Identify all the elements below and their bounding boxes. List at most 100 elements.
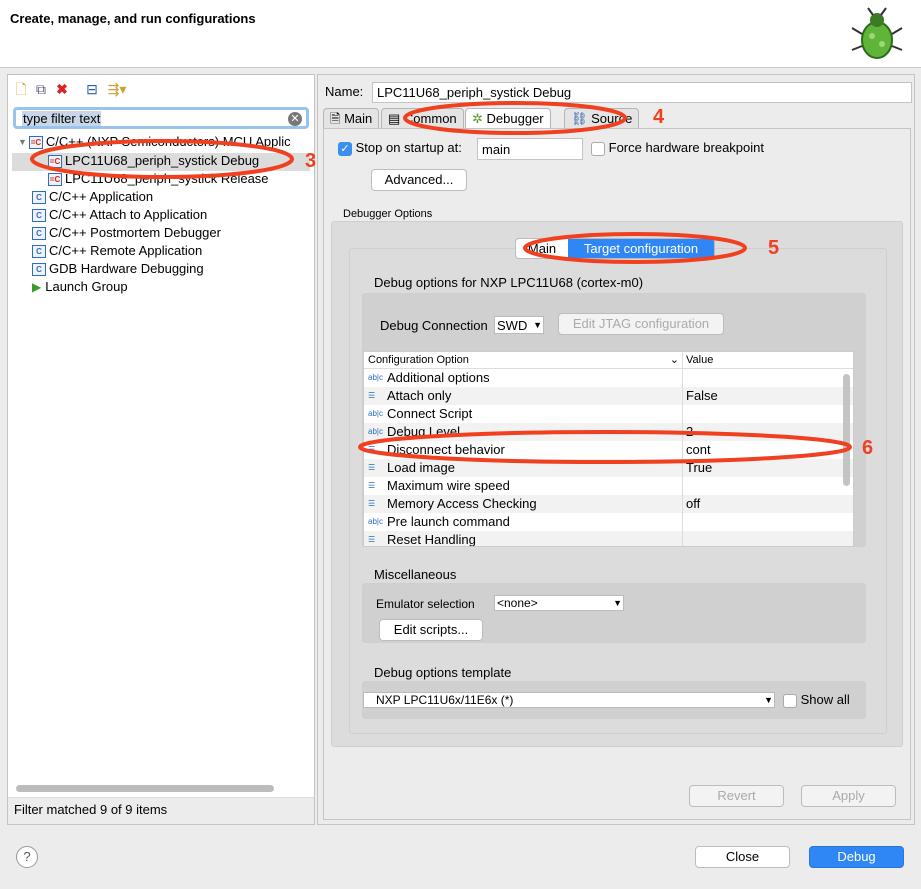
debug-button[interactable]: Debug: [809, 846, 904, 868]
option-value[interactable]: cont: [683, 441, 711, 459]
tree-item-remote[interactable]: C C/C++ Remote Application: [32, 242, 202, 260]
filter-status: Filter matched 9 of 9 items: [14, 802, 168, 817]
table-row[interactable]: ☰ Disconnect behavior cont: [364, 441, 853, 459]
edit-scripts-button[interactable]: Edit scripts...: [379, 619, 483, 641]
c-icon: C: [32, 226, 46, 240]
help-button[interactable]: ?: [16, 846, 38, 868]
option-cell: ☰ Reset Handling: [364, 531, 683, 546]
filter-input[interactable]: type filter text ✕: [13, 107, 309, 129]
filter-text: type filter text: [22, 111, 102, 126]
subtab-target-configuration[interactable]: Target configuration: [568, 239, 714, 258]
delete-icon[interactable]: ✖: [54, 81, 70, 97]
list-option-icon: ☰: [368, 535, 376, 544]
name-input[interactable]: LPC11U68_periph_systick Debug: [372, 82, 912, 103]
tree-item-launch-group[interactable]: ▶ Launch Group: [32, 278, 128, 296]
config-editor-panel: Name: LPC11U68_periph_systick Debug 🗎 Ma…: [317, 74, 915, 825]
debug-connection-select[interactable]: SWD ▼: [494, 316, 544, 334]
table-row[interactable]: ☰ Maximum wire speed: [364, 477, 853, 495]
tree-item-gdb-hw[interactable]: C GDB Hardware Debugging: [32, 260, 204, 278]
c-config-icon: =C: [28, 135, 43, 149]
table-row[interactable]: ☰ Load image True: [364, 459, 853, 477]
table-row[interactable]: ☰ Attach only False: [364, 387, 853, 405]
expand-triangle-icon[interactable]: ▼: [18, 133, 27, 151]
config-options-table: Configuration Option ⌄ Value ab|c Addition…: [363, 351, 854, 547]
checkbox[interactable]: ✓: [338, 141, 352, 156]
list-option-icon: ☰: [368, 481, 376, 490]
subtab-main[interactable]: Main: [516, 239, 568, 258]
c-config-icon: =C: [48, 154, 62, 168]
apply-button[interactable]: Apply: [801, 785, 896, 807]
horizontal-scrollbar[interactable]: [16, 785, 274, 792]
table-row[interactable]: ab|c Connect Script: [364, 405, 853, 423]
filter-icon[interactable]: ⇶▾: [104, 81, 130, 97]
table-row[interactable]: ☰ Memory Access Checking off: [364, 495, 853, 513]
startup-symbol-input[interactable]: main: [477, 138, 583, 160]
tree-label: C/C++ Attach to Application: [49, 207, 208, 222]
stop-on-startup-checkbox[interactable]: ✓ Stop on startup at:: [338, 140, 462, 156]
new-config-icon[interactable]: 🗋: [13, 81, 29, 97]
option-name: Debug Level: [387, 424, 460, 439]
tree-item-release[interactable]: =C LPC11U68_periph_systick Release: [48, 170, 269, 188]
checkbox[interactable]: [783, 693, 797, 708]
option-value[interactable]: 2: [683, 423, 693, 441]
tab-common[interactable]: ▤ Common: [381, 108, 464, 128]
tree-item-debug[interactable]: =C LPC11U68_periph_systick Debug: [48, 152, 259, 170]
edit-jtag-button[interactable]: Edit JTAG configuration: [558, 313, 724, 335]
option-name: Disconnect behavior: [387, 442, 505, 457]
table-row[interactable]: ab|c Pre launch command: [364, 513, 853, 531]
table-icon: ▤: [388, 111, 401, 126]
tree-label: C/C++ (NXP Semiconductors) MCU Applic: [45, 134, 291, 149]
select-value: <none>: [497, 596, 538, 610]
text-option-icon: ab|c: [368, 517, 383, 526]
emulator-label: Emulator selection: [376, 597, 475, 611]
duplicate-icon[interactable]: ⧉: [33, 81, 49, 97]
option-value[interactable]: [683, 477, 686, 495]
advanced-button[interactable]: Advanced...: [371, 169, 467, 191]
tree-item-attach[interactable]: C C/C++ Attach to Application: [32, 206, 207, 224]
option-value[interactable]: [683, 405, 686, 423]
collapse-all-icon[interactable]: ⊟: [84, 81, 100, 97]
revert-button[interactable]: Revert: [689, 785, 784, 807]
debug-options-box: Debug Connection SWD ▼ Edit JTAG configur…: [362, 293, 866, 547]
dialog-header: Create, manage, and run configurations: [0, 0, 921, 68]
option-value[interactable]: [683, 369, 686, 387]
table-row[interactable]: ab|c Additional options: [364, 369, 853, 387]
name-label: Name:: [325, 84, 364, 99]
misc-label: Miscellaneous: [374, 567, 457, 582]
table-row[interactable]: ab|c Debug Level 2: [364, 423, 853, 441]
source-icon: ⛓: [571, 111, 588, 126]
tab-main[interactable]: 🗎 Main: [323, 108, 380, 128]
option-value[interactable]: False: [683, 387, 718, 405]
vertical-scrollbar[interactable]: [843, 374, 850, 486]
option-value[interactable]: off: [683, 495, 700, 513]
template-select[interactable]: NXP LPC11U6x/11E6x (*) ▼: [363, 692, 775, 708]
tree-item-postmortem[interactable]: C C/C++ Postmortem Debugger: [32, 224, 221, 242]
tab-source[interactable]: ⛓ Source: [564, 108, 640, 128]
emulator-select[interactable]: <none> ▼: [494, 595, 624, 611]
option-name: Pre launch command: [387, 514, 510, 529]
close-button[interactable]: Close: [695, 846, 790, 868]
tree-item-nxp-mcu[interactable]: ▼ =C C/C++ (NXP Semiconductors) MCU Applic: [18, 133, 291, 151]
column-header-value[interactable]: Value: [683, 352, 713, 368]
tree-item-cpp-app[interactable]: C C/C++ Application: [32, 188, 153, 206]
debugger-options-group: Debug options for NXP LPC11U68 (cortex-m…: [331, 221, 903, 747]
option-name: Maximum wire speed: [387, 478, 510, 493]
column-header-option[interactable]: Configuration Option ⌄: [364, 352, 683, 368]
checkbox[interactable]: [591, 141, 605, 156]
table-header: Configuration Option ⌄ Value: [364, 352, 853, 369]
force-hw-breakpoint-checkbox[interactable]: Force hardware breakpoint: [591, 140, 764, 156]
tree-label: LPC11U68_periph_systick Release: [65, 171, 269, 186]
debugger-options-label: Debugger Options: [343, 208, 433, 220]
option-value[interactable]: [683, 531, 686, 546]
annotation-number-6: 6: [862, 437, 874, 459]
show-all-checkbox[interactable]: Show all: [783, 692, 850, 708]
option-value[interactable]: True: [683, 459, 712, 477]
tab-debugger[interactable]: ✲ Debugger: [465, 108, 551, 128]
table-row[interactable]: ☰ Reset Handling: [364, 531, 853, 546]
list-option-icon: ☰: [368, 391, 376, 400]
option-value[interactable]: [683, 513, 686, 531]
c-icon: C: [32, 244, 46, 258]
clear-icon[interactable]: ✕: [288, 112, 302, 126]
target-config-group: Debug options for NXP LPC11U68 (cortex-m…: [349, 248, 887, 734]
template-label: Debug options template: [374, 665, 512, 680]
